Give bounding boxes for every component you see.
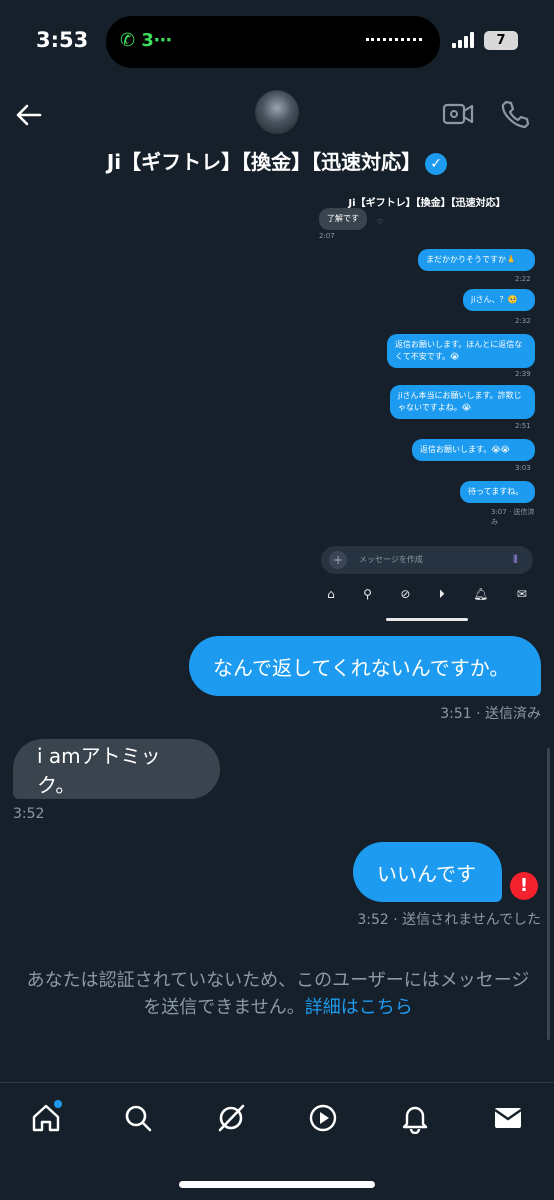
bottom-nav [0, 1096, 554, 1140]
battery-icon: 7 [484, 31, 518, 50]
waveform-icon [366, 38, 422, 42]
nav-home[interactable] [28, 1100, 64, 1136]
screenshot-message-time: 2:51 [515, 422, 531, 430]
message-meta: 3:52 [13, 806, 45, 822]
phone-call-icon: ✆ [120, 30, 142, 51]
screenshot-title: Ji【ギフトレ】【換金】【迅速対応】 [348, 198, 506, 209]
message-text: なんで返してくれないんですか。 [213, 655, 510, 680]
screenshot-home-indicator [386, 618, 468, 621]
screenshot-nav: ⌂ ⚲ ⊘ ⏵ 🔔︎ ✉ [313, 582, 541, 606]
scrollbar[interactable] [547, 748, 550, 1040]
nav-grok[interactable] [213, 1100, 249, 1136]
plus-icon: + [329, 551, 347, 569]
screenshot-message-time: 2:32 [515, 317, 531, 325]
message-text: i amアトミック。 [37, 744, 161, 797]
home-indicator[interactable] [179, 1181, 375, 1188]
screenshot-message: 返信お願いします。😭😭 [412, 439, 535, 461]
screenshot-message-time: 2:39 [515, 370, 531, 378]
nav-video[interactable] [305, 1100, 341, 1136]
message-text: いいんです [377, 861, 476, 886]
screenshot-message-time: 3:07 · 送信済み [491, 508, 535, 526]
screenshot-message-time: 2:22 [515, 275, 531, 283]
screenshot-message: まだかかりそうですか🙏 [418, 249, 535, 271]
grok-icon: ⊘ [400, 587, 411, 601]
mail-icon [494, 1108, 522, 1128]
heart-plus-icon: ♡ [377, 218, 384, 226]
signal-icon [452, 32, 476, 48]
screenshot-message: 返信お願いします。ほんとに返信なくて不安です。😭 [387, 334, 535, 368]
learn-more-link[interactable]: 詳細はこちら [305, 997, 413, 1018]
message-bubble-sent[interactable]: なんで返してくれないんですか。 [189, 636, 541, 696]
message-meta: 3:52 · 送信されませんでした [357, 912, 541, 928]
message-meta: 3:51 · 送信済み [440, 706, 541, 722]
video-call-icon[interactable] [442, 100, 474, 128]
screenshot-message-time: 3:03 [515, 464, 531, 472]
notice-text: あなたは認証されていないため、このユーザーにはメッセージを送信できません。 [26, 970, 530, 1018]
video-icon: ⏵ [438, 586, 445, 601]
voice-icon: ⦀ [513, 553, 518, 566]
error-icon[interactable]: ! [510, 872, 538, 900]
verified-badge-icon: ✓ [425, 152, 448, 175]
nav-divider [0, 1082, 554, 1083]
home-icon: ⌂ [327, 587, 335, 601]
message-bubble-received[interactable]: i amアトミック。 [13, 739, 220, 799]
back-arrow-icon[interactable] [14, 100, 44, 130]
screenshot-message: 了解です [319, 208, 367, 230]
call-indicator[interactable]: ✆ 3⋯ [120, 30, 172, 51]
search-icon: ⚲ [363, 587, 372, 601]
conversation-title-text: Ji【ギフトレ】【換金】【迅速対応】 [106, 150, 422, 174]
message-bubble-failed[interactable]: いいんです [353, 842, 502, 902]
grok-icon [218, 1104, 245, 1132]
screenshot-message: jiさん、？🥺 [463, 289, 535, 311]
screenshot-compose-placeholder: メッセージを作成 [359, 555, 423, 564]
screenshot-compose-bar: + メッセージを作成 ⦀ [321, 546, 533, 574]
bell-icon: 🔔︎ [473, 587, 489, 601]
bell-icon [403, 1106, 428, 1134]
call-indicator-label: 3⋯ [141, 30, 172, 51]
screenshot-message: jiさん本当にお願いします。詐欺じゃないですよね。😭 [390, 385, 535, 419]
conversation-title[interactable]: Ji【ギフトレ】【換金】【迅速対応】 ✓ [0, 146, 554, 175]
avatar[interactable] [255, 90, 299, 134]
cannot-message-notice: あなたは認証されていないため、このユーザーにはメッセージを送信できません。詳細は… [18, 967, 538, 1021]
search-icon [126, 1105, 152, 1132]
phone-icon[interactable] [498, 98, 530, 130]
video-icon [309, 1104, 337, 1132]
attached-screenshot[interactable]: Ji【ギフトレ】【換金】【迅速対応】 了解です ♡ 2:07 まだかかりそうです… [313, 178, 541, 624]
nav-messages[interactable] [490, 1100, 526, 1136]
screenshot-message-time: 2:07 [319, 232, 335, 240]
status-time: 3:53 [36, 28, 89, 52]
nav-notifications[interactable] [397, 1100, 433, 1136]
screenshot-message: 待ってますね。 [460, 481, 535, 503]
nav-search[interactable] [120, 1100, 156, 1136]
mail-icon: ✉ [516, 587, 527, 601]
